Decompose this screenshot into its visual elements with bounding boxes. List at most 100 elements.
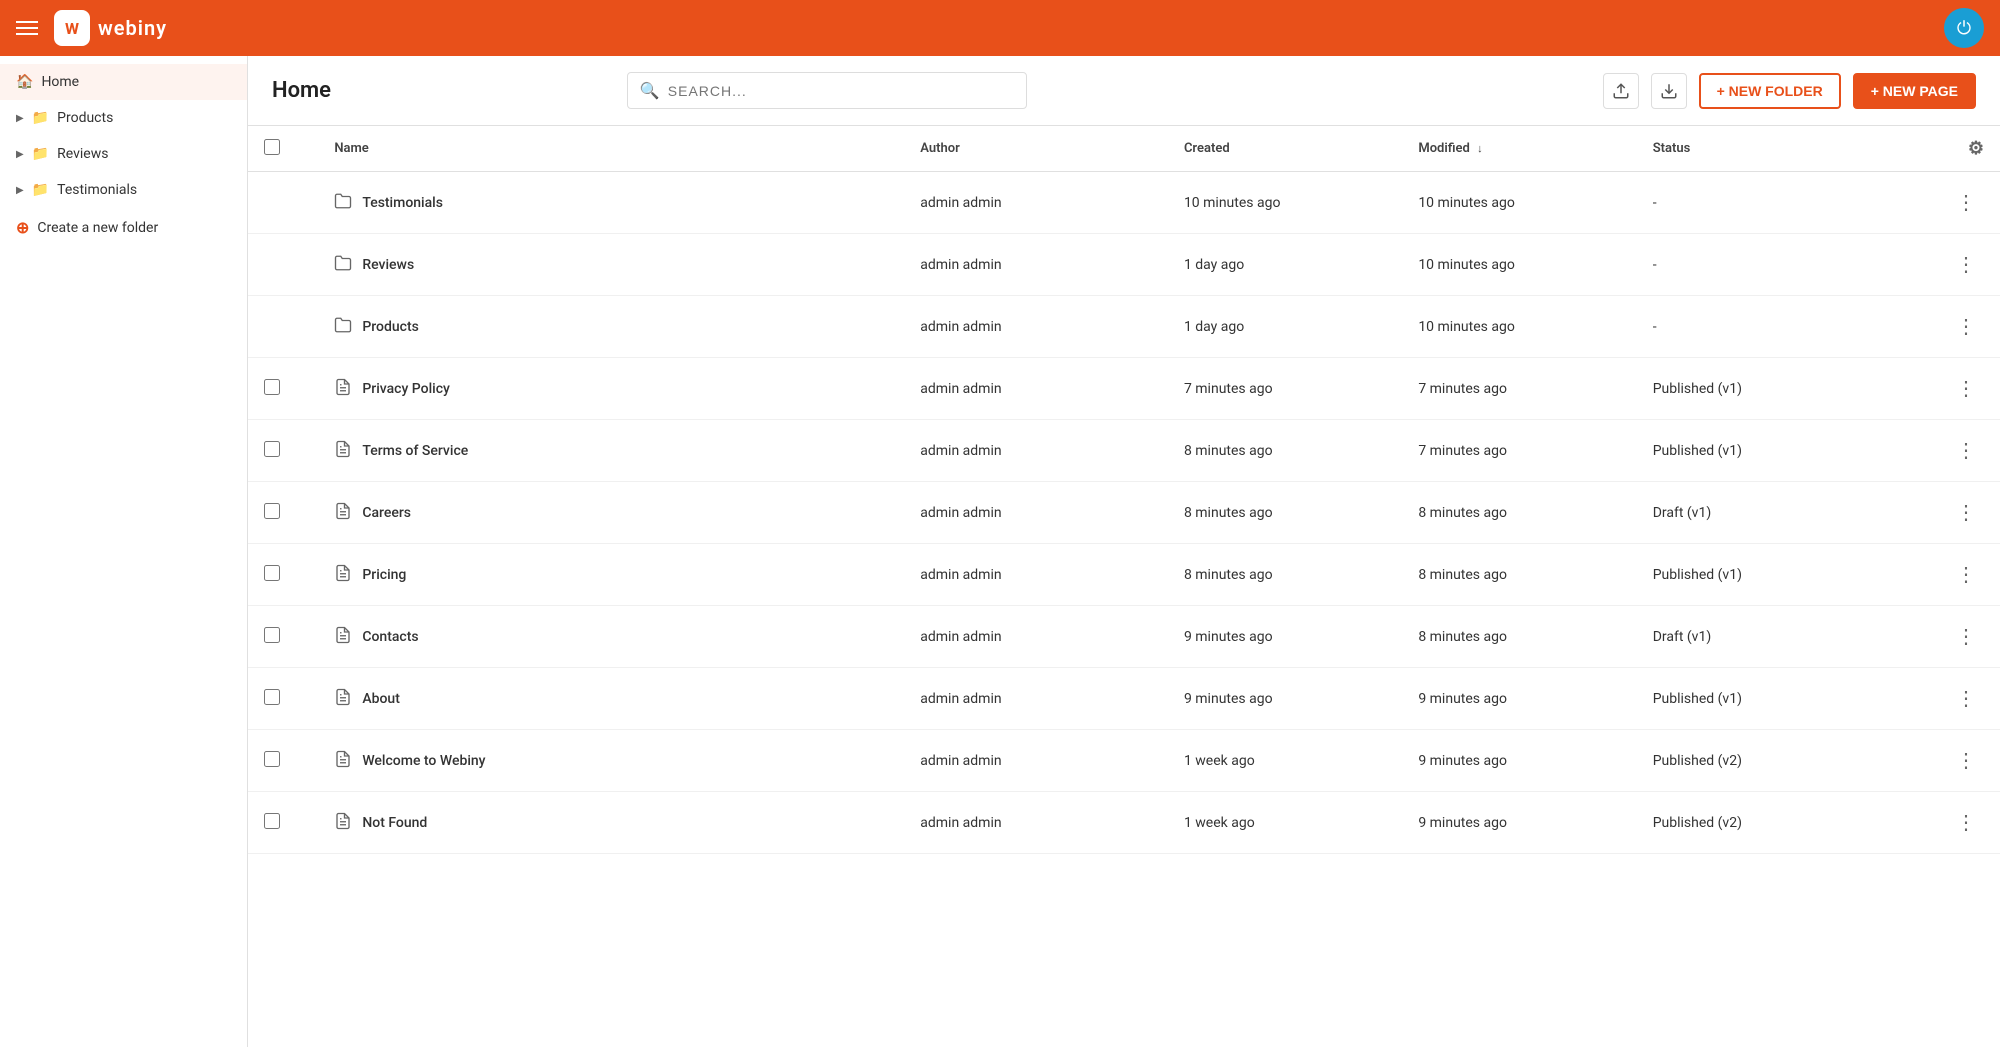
- more-options-button[interactable]: ⋮: [1948, 558, 1984, 591]
- row-checkbox[interactable]: [264, 503, 280, 519]
- more-options-button[interactable]: ⋮: [1948, 186, 1984, 219]
- page-icon: [334, 564, 352, 582]
- download-button[interactable]: [1651, 73, 1687, 109]
- folder-icon: [334, 254, 352, 276]
- table-row: Terms of Service admin admin 8 minutes a…: [248, 420, 2000, 482]
- item-name[interactable]: Pricing: [362, 567, 406, 583]
- create-folder-button[interactable]: ⊕ Create a new folder: [0, 208, 247, 247]
- sort-desc-icon: ↓: [1477, 142, 1483, 155]
- more-options-button[interactable]: ⋮: [1948, 496, 1984, 529]
- more-options-button[interactable]: ⋮: [1948, 372, 1984, 405]
- logo: W webiny: [54, 10, 167, 46]
- topbar: W webiny ⏻: [0, 0, 2000, 56]
- row-checkbox[interactable]: [264, 565, 280, 581]
- upload-button[interactable]: [1603, 73, 1639, 109]
- row-checkbox[interactable]: [264, 379, 280, 395]
- search-input[interactable]: [668, 83, 1014, 99]
- folder-icon: [334, 316, 352, 338]
- folder-icon: [334, 254, 352, 272]
- more-options-button[interactable]: ⋮: [1948, 434, 1984, 467]
- td-status: -: [1637, 234, 1901, 296]
- th-name[interactable]: Name: [318, 126, 904, 172]
- page-icon: [334, 378, 352, 396]
- item-name[interactable]: Privacy Policy: [362, 381, 450, 397]
- td-name: Welcome to Webiny: [318, 730, 904, 792]
- td-status: Published (v1): [1637, 420, 1901, 482]
- item-name[interactable]: Not Found: [362, 815, 427, 831]
- item-name[interactable]: About: [362, 691, 400, 707]
- page-icon: [334, 626, 352, 644]
- td-actions: ⋮: [1900, 234, 2000, 296]
- td-status: -: [1637, 172, 1901, 234]
- row-checkbox[interactable]: [264, 751, 280, 767]
- home-icon: 🏠: [16, 74, 33, 90]
- td-actions: ⋮: [1900, 730, 2000, 792]
- item-name[interactable]: Contacts: [362, 629, 418, 645]
- item-name[interactable]: Terms of Service: [362, 443, 468, 459]
- td-author: admin admin: [904, 544, 1168, 606]
- row-checkbox[interactable]: [264, 627, 280, 643]
- search-bar: 🔍: [627, 72, 1027, 109]
- new-folder-button[interactable]: + NEW FOLDER: [1699, 73, 1841, 109]
- td-actions: ⋮: [1900, 544, 2000, 606]
- more-options-button[interactable]: ⋮: [1948, 682, 1984, 715]
- sidebar-item-home[interactable]: 🏠 Home: [0, 64, 247, 100]
- td-checkbox: [248, 730, 318, 792]
- arrow-icon: ▶: [16, 149, 24, 160]
- arrow-icon: ▶: [16, 185, 24, 196]
- th-created: Created: [1168, 126, 1402, 172]
- item-name[interactable]: Products: [362, 319, 419, 335]
- td-status: Draft (v1): [1637, 482, 1901, 544]
- row-checkbox[interactable]: [264, 689, 280, 705]
- td-name: About: [318, 668, 904, 730]
- page-icon: [334, 626, 352, 648]
- td-checkbox: [248, 544, 318, 606]
- td-status: Published (v2): [1637, 792, 1901, 854]
- td-name: Testimonials: [318, 172, 904, 234]
- table-row: Products admin admin 1 day ago 10 minute…: [248, 296, 2000, 358]
- sidebar-item-testimonials[interactable]: ▶ 📁 Testimonials: [0, 172, 247, 208]
- page-icon: [334, 750, 352, 772]
- folder-icon: 📁: [32, 146, 49, 162]
- td-name: Contacts: [318, 606, 904, 668]
- item-name[interactable]: Careers: [362, 505, 411, 521]
- td-name: Careers: [318, 482, 904, 544]
- item-name[interactable]: Welcome to Webiny: [362, 753, 485, 769]
- td-checkbox: [248, 296, 318, 358]
- upload-icon: [1612, 82, 1630, 100]
- row-checkbox[interactable]: [264, 813, 280, 829]
- table-row: Testimonials admin admin 10 minutes ago …: [248, 172, 2000, 234]
- td-created: 8 minutes ago: [1168, 482, 1402, 544]
- table-row: About admin admin 9 minutes ago 9 minute…: [248, 668, 2000, 730]
- new-page-button[interactable]: + NEW PAGE: [1853, 73, 1976, 109]
- th-checkbox: [248, 126, 318, 172]
- page-icon: [334, 688, 352, 706]
- sidebar: 🏠 Home ▶ 📁 Products ▶ 📁 Reviews ▶ 📁 Test…: [0, 56, 248, 1047]
- td-status: Published (v2): [1637, 730, 1901, 792]
- td-actions: ⋮: [1900, 792, 2000, 854]
- more-options-button[interactable]: ⋮: [1948, 620, 1984, 653]
- td-modified: 7 minutes ago: [1402, 420, 1636, 482]
- row-checkbox[interactable]: [264, 441, 280, 457]
- more-options-button[interactable]: ⋮: [1948, 248, 1984, 281]
- more-options-button[interactable]: ⋮: [1948, 310, 1984, 343]
- table-container: Name Author Created Modified ↓ Status ⚙: [248, 126, 2000, 1047]
- settings-icon[interactable]: ⚙: [1968, 138, 1984, 159]
- hamburger-button[interactable]: [16, 21, 38, 35]
- table-row: Not Found admin admin 1 week ago 9 minut…: [248, 792, 2000, 854]
- td-modified: 10 minutes ago: [1402, 234, 1636, 296]
- user-avatar[interactable]: ⏻: [1944, 8, 1984, 48]
- more-options-button[interactable]: ⋮: [1948, 806, 1984, 839]
- table-row: Contacts admin admin 9 minutes ago 8 min…: [248, 606, 2000, 668]
- page-icon: [334, 688, 352, 710]
- select-all-checkbox[interactable]: [264, 139, 280, 155]
- main-content: Home 🔍: [248, 56, 2000, 1047]
- more-options-button[interactable]: ⋮: [1948, 744, 1984, 777]
- sidebar-item-reviews[interactable]: ▶ 📁 Reviews: [0, 136, 247, 172]
- th-modified[interactable]: Modified ↓: [1402, 126, 1636, 172]
- td-created: 9 minutes ago: [1168, 606, 1402, 668]
- item-name[interactable]: Testimonials: [362, 195, 443, 211]
- sidebar-item-products[interactable]: ▶ 📁 Products: [0, 100, 247, 136]
- item-name[interactable]: Reviews: [362, 257, 414, 273]
- page-icon: [334, 812, 352, 830]
